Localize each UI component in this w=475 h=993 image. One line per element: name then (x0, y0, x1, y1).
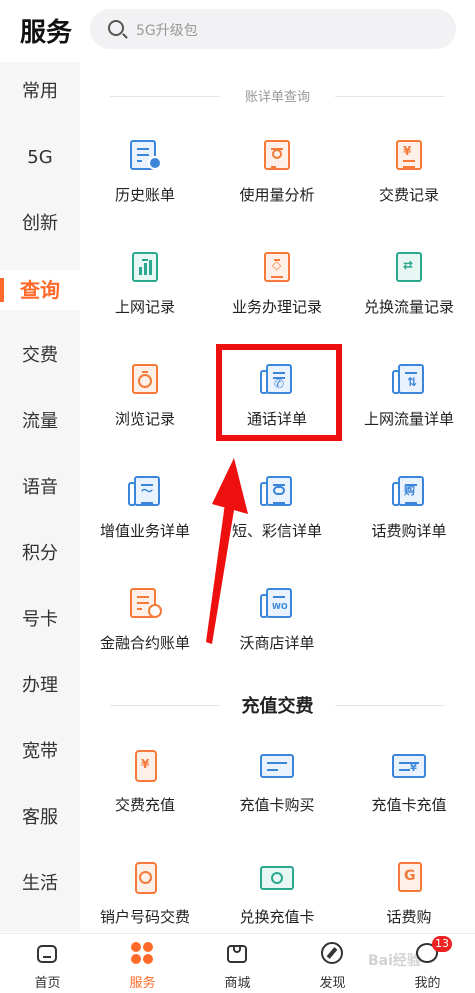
grid-item-payment-record[interactable]: ¥ 交费记录 (344, 138, 474, 228)
exchange-card-icon (260, 860, 294, 894)
section-title-query: 账详单查询 (80, 86, 475, 106)
credit-purchase-icon: 购 (392, 474, 426, 508)
grid-item-finance-contract[interactable]: 金融合约账单 (80, 586, 210, 676)
sidebar-item-voice[interactable]: 语音 (0, 468, 80, 508)
header: 服务 5G升级包 (0, 0, 475, 62)
sms-detail-icon (260, 474, 294, 508)
sidebar: 常用 5G 创新 查询 交费 流量 语音 积分 号卡 办理 宽带 客服 生活 (0, 62, 80, 932)
watermark: Bai经验 (368, 953, 421, 969)
divider (335, 705, 445, 706)
section-title-recharge: 充值交费 (80, 692, 475, 718)
closed-number-icon (128, 860, 162, 894)
notification-badge: 13 (432, 936, 452, 952)
grid-item-exchange-data[interactable]: ⇄ 兑换流量记录 (344, 250, 474, 340)
service-icon (130, 941, 154, 965)
finance-contract-icon (128, 586, 162, 620)
highlight-box (216, 344, 342, 441)
value-added-icon: 〜 (128, 474, 162, 508)
card-recharge-icon: ¥ (392, 748, 426, 782)
data-detail-icon: ⇅ (392, 362, 426, 396)
browse-record-icon (128, 362, 162, 396)
divider (110, 705, 220, 706)
sidebar-item-common[interactable]: 常用 (0, 72, 80, 112)
annotation-arrow (206, 458, 248, 644)
sidebar-item-payment[interactable]: 交费 (0, 336, 80, 376)
divider (335, 96, 445, 97)
sidebar-item-data[interactable]: 流量 (0, 402, 80, 442)
search-placeholder: 5G升级包 (136, 23, 198, 39)
credit-buy-icon: G (392, 860, 426, 894)
business-record-icon: ◇ (260, 250, 294, 284)
sidebar-item-sim[interactable]: 号卡 (0, 600, 80, 640)
grid-item-value-added[interactable]: 〜 增值业务详单 (80, 474, 210, 564)
grid-item-history-bill[interactable]: 历史账单 (80, 138, 210, 228)
mall-icon (225, 941, 249, 965)
tab-discover[interactable]: 发现 (285, 934, 380, 993)
tab-service[interactable]: 服务 (95, 934, 190, 993)
grid-item-usage-analysis[interactable]: 使用量分析 (212, 138, 342, 228)
sidebar-item-query[interactable]: 查询 (0, 270, 80, 310)
divider (110, 96, 220, 97)
grid-item-browse-record[interactable]: 浏览记录 (80, 362, 210, 452)
sidebar-item-handle[interactable]: 办理 (0, 666, 80, 706)
wo-store-icon: WO (260, 586, 294, 620)
recharge-icon: ¥ (128, 748, 162, 782)
grid-item-credit-purchase[interactable]: 购 话费购详单 (344, 474, 474, 564)
grid-item-business-record[interactable]: ◇ 业务办理记录 (212, 250, 342, 340)
grid-item-internet-record[interactable]: 上网记录 (80, 250, 210, 340)
sidebar-item-innovation[interactable]: 创新 (0, 204, 80, 244)
grid-item-recharge[interactable]: ¥ 交费充值 (80, 748, 210, 838)
card-purchase-icon (260, 748, 294, 782)
search-icon (108, 20, 124, 36)
tab-mall[interactable]: 商城 (190, 934, 285, 993)
page-title: 服务 (20, 18, 73, 48)
grid-item-data-detail[interactable]: ⇅ 上网流量详单 (344, 362, 474, 452)
sidebar-item-broadband[interactable]: 宽带 (0, 732, 80, 772)
sidebar-item-support[interactable]: 客服 (0, 798, 80, 838)
compass-icon (320, 941, 344, 965)
payment-record-icon: ¥ (392, 138, 426, 172)
sidebar-item-life[interactable]: 生活 (0, 864, 80, 904)
sidebar-item-points[interactable]: 积分 (0, 534, 80, 574)
search-input[interactable]: 5G升级包 (90, 9, 456, 49)
usage-analysis-icon (260, 138, 294, 172)
grid-item-card-recharge[interactable]: ¥ 充值卡充值 (344, 748, 474, 838)
home-icon (35, 941, 59, 965)
exchange-data-icon: ⇄ (392, 250, 426, 284)
tab-home[interactable]: 首页 (0, 934, 95, 993)
grid-item-card-purchase[interactable]: 充值卡购买 (212, 748, 342, 838)
internet-record-icon (128, 250, 162, 284)
history-bill-icon (128, 138, 162, 172)
sidebar-item-5g[interactable]: 5G (0, 138, 80, 178)
